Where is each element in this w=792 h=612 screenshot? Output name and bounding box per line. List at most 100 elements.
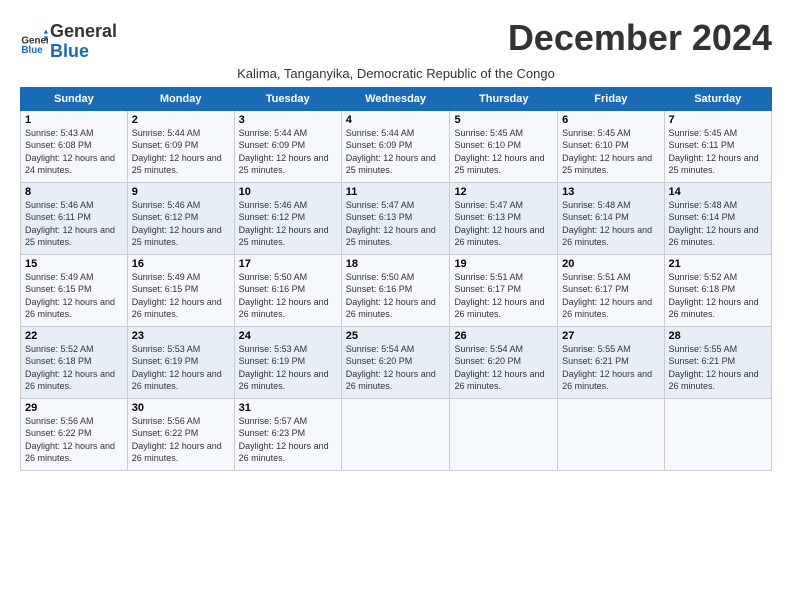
header: General Blue GeneralBlue December 2024 [20, 18, 772, 62]
table-cell: 11 Sunrise: 5:47 AMSunset: 6:13 PMDaylig… [341, 182, 450, 254]
day-info: Sunrise: 5:46 AMSunset: 6:12 PMDaylight:… [239, 200, 329, 248]
logo-icon: General Blue [20, 28, 48, 56]
table-row: 15 Sunrise: 5:49 AMSunset: 6:15 PMDaylig… [21, 254, 772, 326]
day-info: Sunrise: 5:48 AMSunset: 6:14 PMDaylight:… [669, 200, 759, 248]
day-info: Sunrise: 5:45 AMSunset: 6:10 PMDaylight:… [562, 128, 652, 176]
day-number: 20 [562, 258, 659, 270]
day-number: 13 [562, 186, 659, 198]
day-info: Sunrise: 5:51 AMSunset: 6:17 PMDaylight:… [454, 272, 544, 320]
day-number: 14 [669, 186, 767, 198]
table-cell: 1 Sunrise: 5:43 AMSunset: 6:08 PMDayligh… [21, 110, 128, 182]
day-info: Sunrise: 5:48 AMSunset: 6:14 PMDaylight:… [562, 200, 652, 248]
col-tuesday: Tuesday [234, 87, 341, 110]
table-cell: 13 Sunrise: 5:48 AMSunset: 6:14 PMDaylig… [558, 182, 664, 254]
day-info: Sunrise: 5:55 AMSunset: 6:21 PMDaylight:… [669, 344, 759, 392]
day-number: 18 [346, 258, 446, 270]
day-number: 22 [25, 330, 123, 342]
table-cell: 30 Sunrise: 5:56 AMSunset: 6:22 PMDaylig… [127, 398, 234, 470]
table-cell: 14 Sunrise: 5:48 AMSunset: 6:14 PMDaylig… [664, 182, 771, 254]
svg-text:Blue: Blue [21, 45, 43, 56]
day-info: Sunrise: 5:45 AMSunset: 6:10 PMDaylight:… [454, 128, 544, 176]
day-info: Sunrise: 5:45 AMSunset: 6:11 PMDaylight:… [669, 128, 759, 176]
table-cell [558, 398, 664, 470]
day-info: Sunrise: 5:44 AMSunset: 6:09 PMDaylight:… [346, 128, 436, 176]
table-cell: 5 Sunrise: 5:45 AMSunset: 6:10 PMDayligh… [450, 110, 558, 182]
title-block: December 2024 [508, 18, 772, 58]
col-friday: Friday [558, 87, 664, 110]
calendar-header: Sunday Monday Tuesday Wednesday Thursday… [21, 87, 772, 110]
table-cell: 25 Sunrise: 5:54 AMSunset: 6:20 PMDaylig… [341, 326, 450, 398]
day-number: 29 [25, 402, 123, 414]
day-info: Sunrise: 5:49 AMSunset: 6:15 PMDaylight:… [25, 272, 115, 320]
table-cell: 15 Sunrise: 5:49 AMSunset: 6:15 PMDaylig… [21, 254, 128, 326]
table-cell [450, 398, 558, 470]
table-cell: 12 Sunrise: 5:47 AMSunset: 6:13 PMDaylig… [450, 182, 558, 254]
table-row: 22 Sunrise: 5:52 AMSunset: 6:18 PMDaylig… [21, 326, 772, 398]
day-number: 11 [346, 186, 446, 198]
col-wednesday: Wednesday [341, 87, 450, 110]
day-info: Sunrise: 5:46 AMSunset: 6:11 PMDaylight:… [25, 200, 115, 248]
day-info: Sunrise: 5:53 AMSunset: 6:19 PMDaylight:… [132, 344, 222, 392]
day-info: Sunrise: 5:57 AMSunset: 6:23 PMDaylight:… [239, 416, 329, 464]
day-number: 24 [239, 330, 337, 342]
day-info: Sunrise: 5:54 AMSunset: 6:20 PMDaylight:… [346, 344, 436, 392]
day-number: 15 [25, 258, 123, 270]
col-sunday: Sunday [21, 87, 128, 110]
day-number: 31 [239, 402, 337, 414]
day-info: Sunrise: 5:44 AMSunset: 6:09 PMDaylight:… [132, 128, 222, 176]
table-cell: 21 Sunrise: 5:52 AMSunset: 6:18 PMDaylig… [664, 254, 771, 326]
col-saturday: Saturday [664, 87, 771, 110]
table-cell: 3 Sunrise: 5:44 AMSunset: 6:09 PMDayligh… [234, 110, 341, 182]
table-cell: 4 Sunrise: 5:44 AMSunset: 6:09 PMDayligh… [341, 110, 450, 182]
table-row: 8 Sunrise: 5:46 AMSunset: 6:11 PMDayligh… [21, 182, 772, 254]
col-monday: Monday [127, 87, 234, 110]
table-cell: 10 Sunrise: 5:46 AMSunset: 6:12 PMDaylig… [234, 182, 341, 254]
table-cell: 22 Sunrise: 5:52 AMSunset: 6:18 PMDaylig… [21, 326, 128, 398]
table-cell: 16 Sunrise: 5:49 AMSunset: 6:15 PMDaylig… [127, 254, 234, 326]
table-cell: 19 Sunrise: 5:51 AMSunset: 6:17 PMDaylig… [450, 254, 558, 326]
table-cell: 2 Sunrise: 5:44 AMSunset: 6:09 PMDayligh… [127, 110, 234, 182]
day-info: Sunrise: 5:50 AMSunset: 6:16 PMDaylight:… [239, 272, 329, 320]
table-cell [664, 398, 771, 470]
day-info: Sunrise: 5:52 AMSunset: 6:18 PMDaylight:… [669, 272, 759, 320]
day-info: Sunrise: 5:44 AMSunset: 6:09 PMDaylight:… [239, 128, 329, 176]
day-number: 2 [132, 114, 230, 126]
table-cell: 8 Sunrise: 5:46 AMSunset: 6:11 PMDayligh… [21, 182, 128, 254]
day-number: 17 [239, 258, 337, 270]
table-cell: 7 Sunrise: 5:45 AMSunset: 6:11 PMDayligh… [664, 110, 771, 182]
day-info: Sunrise: 5:51 AMSunset: 6:17 PMDaylight:… [562, 272, 652, 320]
day-info: Sunrise: 5:56 AMSunset: 6:22 PMDaylight:… [25, 416, 115, 464]
calendar-table: Sunday Monday Tuesday Wednesday Thursday… [20, 87, 772, 471]
day-number: 8 [25, 186, 123, 198]
table-cell: 6 Sunrise: 5:45 AMSunset: 6:10 PMDayligh… [558, 110, 664, 182]
table-row: 29 Sunrise: 5:56 AMSunset: 6:22 PMDaylig… [21, 398, 772, 470]
table-cell: 23 Sunrise: 5:53 AMSunset: 6:19 PMDaylig… [127, 326, 234, 398]
day-info: Sunrise: 5:43 AMSunset: 6:08 PMDaylight:… [25, 128, 115, 176]
day-info: Sunrise: 5:50 AMSunset: 6:16 PMDaylight:… [346, 272, 436, 320]
calendar-body: 1 Sunrise: 5:43 AMSunset: 6:08 PMDayligh… [21, 110, 772, 470]
table-row: 1 Sunrise: 5:43 AMSunset: 6:08 PMDayligh… [21, 110, 772, 182]
day-number: 10 [239, 186, 337, 198]
day-info: Sunrise: 5:47 AMSunset: 6:13 PMDaylight:… [454, 200, 544, 248]
day-number: 3 [239, 114, 337, 126]
day-number: 6 [562, 114, 659, 126]
day-number: 23 [132, 330, 230, 342]
day-info: Sunrise: 5:56 AMSunset: 6:22 PMDaylight:… [132, 416, 222, 464]
day-number: 26 [454, 330, 553, 342]
table-cell: 28 Sunrise: 5:55 AMSunset: 6:21 PMDaylig… [664, 326, 771, 398]
subtitle: Kalima, Tanganyika, Democratic Republic … [20, 66, 772, 81]
day-info: Sunrise: 5:54 AMSunset: 6:20 PMDaylight:… [454, 344, 544, 392]
day-number: 9 [132, 186, 230, 198]
day-number: 25 [346, 330, 446, 342]
day-info: Sunrise: 5:46 AMSunset: 6:12 PMDaylight:… [132, 200, 222, 248]
logo-text: GeneralBlue [50, 22, 117, 62]
table-cell: 17 Sunrise: 5:50 AMSunset: 6:16 PMDaylig… [234, 254, 341, 326]
page: General Blue GeneralBlue December 2024 K… [0, 0, 792, 481]
col-thursday: Thursday [450, 87, 558, 110]
day-number: 5 [454, 114, 553, 126]
header-row: Sunday Monday Tuesday Wednesday Thursday… [21, 87, 772, 110]
day-number: 12 [454, 186, 553, 198]
day-info: Sunrise: 5:47 AMSunset: 6:13 PMDaylight:… [346, 200, 436, 248]
table-cell: 20 Sunrise: 5:51 AMSunset: 6:17 PMDaylig… [558, 254, 664, 326]
table-cell: 9 Sunrise: 5:46 AMSunset: 6:12 PMDayligh… [127, 182, 234, 254]
